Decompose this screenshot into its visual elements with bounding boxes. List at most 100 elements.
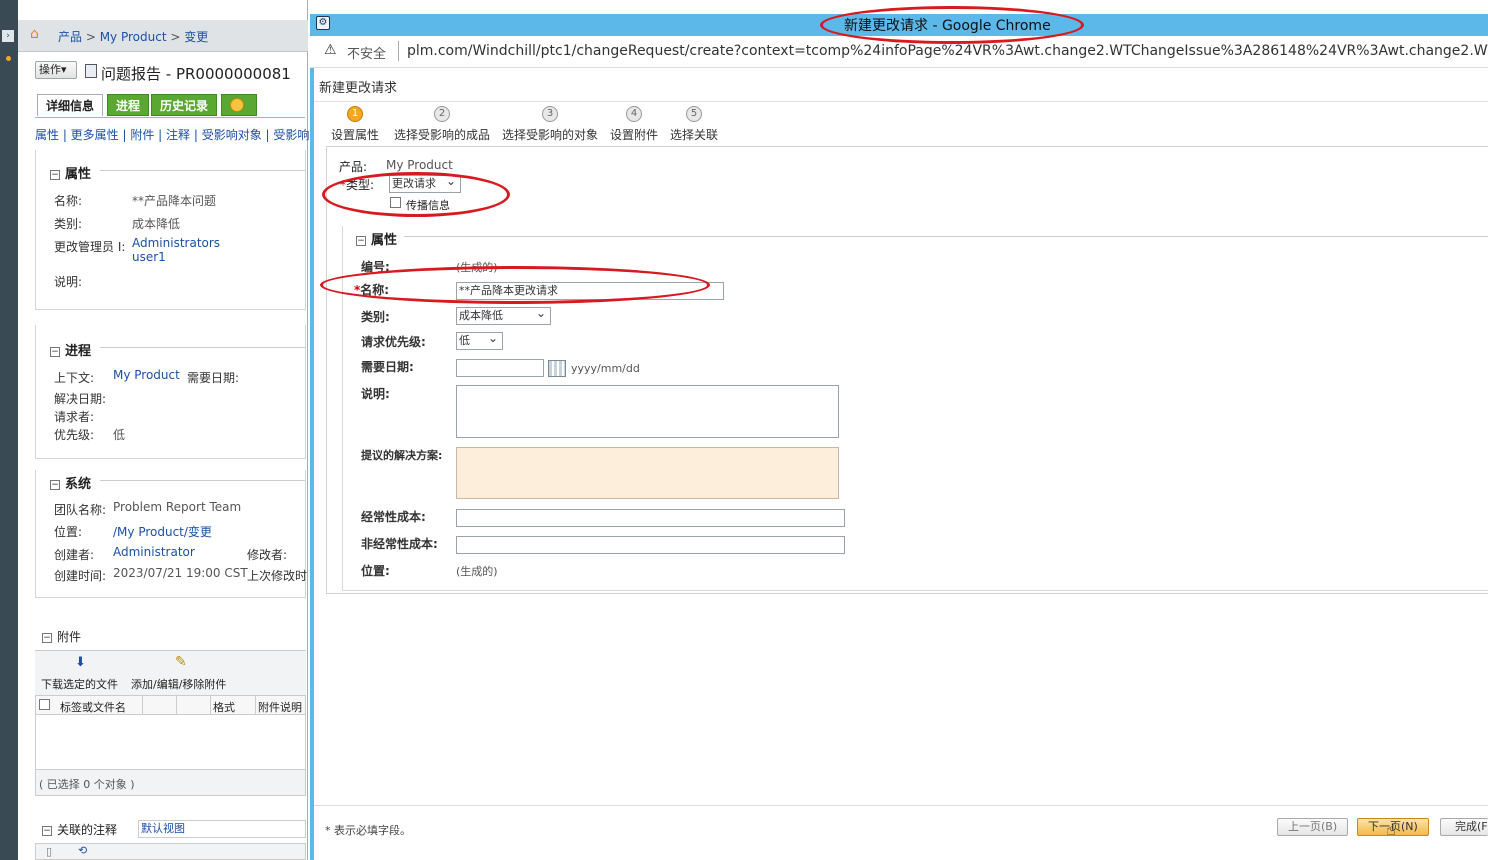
- step-2[interactable]: 2 选择受影响的成品: [392, 106, 492, 143]
- finish-button[interactable]: 完成(F: [1440, 818, 1488, 836]
- name-value: **产品降本问题: [132, 194, 217, 208]
- attachments-section-header[interactable]: − 附件: [42, 628, 81, 645]
- resolve-date-label: 解决日期:: [54, 392, 107, 406]
- attachments-table-header: 标签或文件名 格式 附件说明: [35, 695, 306, 715]
- recurring-cost-input[interactable]: [456, 509, 845, 527]
- step-1[interactable]: 1 设置属性: [330, 106, 380, 143]
- home-icon[interactable]: ⌂: [30, 26, 39, 42]
- need-date-input[interactable]: [456, 359, 544, 377]
- view-selector[interactable]: 默认视图: [138, 820, 306, 838]
- breadcrumb-product[interactable]: 产品: [58, 30, 82, 44]
- status-dot-icon: [6, 56, 11, 61]
- insecure-label[interactable]: 不安全: [347, 43, 386, 62]
- step-3-label: 选择受影响的对象: [501, 128, 598, 142]
- step-3-number: 3: [542, 106, 558, 122]
- notes-title: 关联的注释: [57, 823, 118, 837]
- location-field-label: 位置:: [361, 564, 390, 578]
- annotation-ring-name: [320, 266, 710, 304]
- tab-add[interactable]: [221, 94, 257, 116]
- product-label: 产品:: [339, 160, 368, 174]
- wizard-steps: 1 设置属性 2 选择受影响的成品 3 选择受影响的对象 4 设置附件 5 选择关联: [330, 106, 1488, 146]
- col-desc[interactable]: 附件说明: [258, 699, 306, 715]
- name-label: 名称:: [54, 194, 83, 208]
- actions-label: 操作: [39, 63, 61, 76]
- required-note: * 表示必填字段。: [325, 824, 411, 837]
- tab-details[interactable]: 详细信息: [37, 94, 104, 116]
- location-value[interactable]: /My Product/变更: [113, 523, 212, 540]
- tab-history[interactable]: 历史记录: [151, 94, 218, 116]
- subnav-links[interactable]: 属性 | 更多属性 | 附件 | 注释 | 受影响对象 | 受影响: [35, 126, 309, 143]
- attachments-table-body: [35, 715, 306, 770]
- document-icon: [85, 64, 97, 78]
- requester-label: 请求者:: [54, 410, 95, 424]
- step-5-number: 5: [686, 106, 702, 122]
- step-5[interactable]: 5 选择关联: [668, 106, 720, 143]
- prev-button[interactable]: 上一页(B): [1277, 818, 1349, 836]
- collapse-icon[interactable]: −: [42, 632, 52, 643]
- manager-label: 更改管理员 I:: [54, 240, 126, 254]
- team-label: 团队名称:: [54, 503, 107, 517]
- breadcrumb-my-product[interactable]: My Product: [100, 30, 167, 44]
- edit-attachments-link[interactable]: 添加/编辑/移除附件: [131, 676, 226, 692]
- product-value: My Product: [386, 158, 453, 172]
- download-icon[interactable]: ⬇: [75, 655, 86, 670]
- step-1-number: 1: [347, 106, 363, 122]
- context-value[interactable]: My Product: [113, 368, 180, 382]
- notes-section-header[interactable]: − 关联的注释: [42, 821, 117, 838]
- nonrecurring-cost-input[interactable]: [456, 536, 845, 554]
- download-files-link[interactable]: 下载选定的文件: [41, 676, 118, 692]
- hand-cursor-icon: ☝: [1386, 820, 1396, 839]
- new-note-icon[interactable]: ▯: [46, 845, 52, 858]
- description-textarea[interactable]: [456, 385, 839, 438]
- manager-value-2[interactable]: user1: [132, 250, 166, 264]
- refresh-icon[interactable]: ⟲: [78, 844, 87, 857]
- col-name[interactable]: 标签或文件名: [60, 699, 126, 715]
- step-2-number: 2: [434, 106, 450, 122]
- manager-value-1[interactable]: Administrators: [132, 236, 220, 250]
- nonrecurring-cost-label: 非经常性成本:: [361, 537, 438, 551]
- dialog-header: 新建更改请求: [314, 68, 1488, 102]
- solution-field-label: 提议的解决方案:: [361, 449, 443, 462]
- calendar-icon[interactable]: [548, 360, 566, 377]
- col-divider: [210, 696, 211, 714]
- left-edge-strip: ›: [0, 0, 18, 860]
- expand-icon[interactable]: ›: [2, 30, 14, 42]
- step-4-number: 4: [626, 106, 642, 122]
- annotation-ring-title: [820, 6, 1084, 44]
- collapse-icon[interactable]: −: [42, 825, 52, 836]
- warning-icon[interactable]: ⚠: [324, 42, 337, 58]
- breadcrumb-change[interactable]: 变更: [184, 30, 208, 44]
- team-value: Problem Report Team: [113, 500, 242, 514]
- category-value: 成本降低: [132, 217, 181, 231]
- step-3[interactable]: 3 选择受影响的对象: [500, 106, 600, 143]
- pencil-icon[interactable]: ✎: [175, 654, 187, 670]
- step-4[interactable]: 4 设置附件: [608, 106, 660, 143]
- page-title: 问题报告 - PR0000000081: [101, 65, 291, 83]
- created-value: 2023/07/21 19:00 CST: [113, 566, 248, 580]
- actions-button[interactable]: 操作▾: [35, 61, 77, 79]
- category-select[interactable]: 成本降低: [456, 305, 551, 325]
- col-divider: [142, 696, 143, 714]
- col-format[interactable]: 格式: [213, 699, 235, 715]
- dialog-heading: 新建更改请求: [319, 81, 398, 96]
- proposed-solution-textarea[interactable]: [456, 447, 839, 499]
- creator-value[interactable]: Administrator: [113, 545, 195, 559]
- date-format-hint: yyyy/mm/dd: [571, 362, 640, 375]
- step-1-label: 设置属性: [330, 128, 379, 142]
- divider: [398, 41, 399, 61]
- annotation-ring-type: [322, 172, 510, 217]
- attachments-toolbar: ⬇ ✎ 下载选定的文件 添加/编辑/移除附件: [35, 650, 306, 695]
- add-tab-icon: [230, 98, 244, 112]
- context-label: 上下文:: [54, 371, 95, 385]
- tab-process[interactable]: 进程: [107, 94, 150, 116]
- category-label: 类别:: [54, 217, 83, 231]
- step-4-label: 设置附件: [609, 128, 658, 142]
- col-divider: [176, 696, 177, 714]
- priority-select[interactable]: 低: [456, 330, 503, 350]
- tab-strip: 详细信息 进程 历史记录: [35, 92, 305, 118]
- select-all-checkbox[interactable]: [39, 699, 50, 710]
- app-icon: ⚙: [316, 16, 330, 30]
- notes-toolbar: ▯ ⟲: [35, 843, 306, 860]
- priority-label: 优先级:: [54, 428, 95, 442]
- url-text[interactable]: plm.com/Windchill/ptc1/changeRequest/cre…: [407, 43, 1488, 59]
